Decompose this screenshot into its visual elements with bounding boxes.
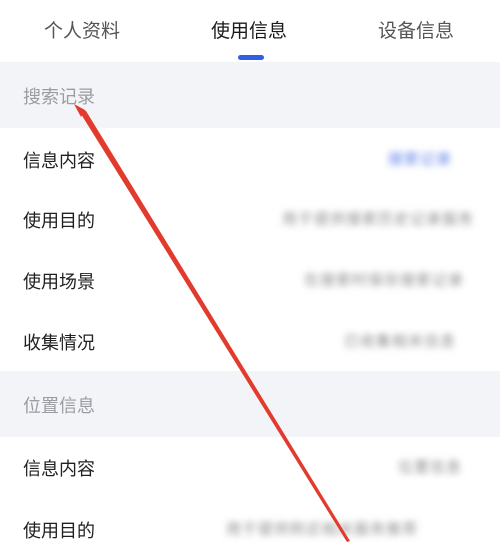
row-label: 收集情况	[23, 333, 95, 354]
tab-device-info[interactable]: 设备信息	[378, 16, 454, 43]
row-label: 信息内容	[23, 459, 95, 480]
tab-personal-info[interactable]: 个人资料	[44, 16, 120, 43]
row-value: 用于提供搜索历史记录服务	[282, 210, 475, 228]
row-value: 搜索记录	[388, 150, 453, 168]
info-row-content: 信息内容 位置信息	[0, 437, 500, 499]
info-row-scenario: 使用场景 在搜索时保存搜索记录	[0, 249, 500, 311]
section-header-search-history: 搜索记录	[0, 62, 500, 128]
info-row-purpose: 使用目的 用于提供搜索历史记录服务	[0, 187, 500, 249]
info-row-content: 信息内容 搜索记录	[0, 128, 500, 190]
row-value: 已收集相关信息	[344, 332, 457, 350]
info-row-purpose: 使用目的 用于提供附近相关服务推荐	[0, 498, 500, 542]
section-title: 搜索记录	[23, 87, 95, 108]
tab-bar: 个人资料 使用信息 设备信息	[0, 0, 500, 62]
row-label: 使用目的	[23, 211, 95, 232]
row-label: 使用场景	[23, 272, 95, 293]
row-label: 使用目的	[23, 521, 95, 542]
row-value: 在搜索时保存搜索记录	[304, 271, 465, 289]
row-value: 用于提供附近相关服务推荐	[226, 520, 419, 538]
section-header-location-info: 位置信息	[0, 371, 500, 437]
row-label: 信息内容	[23, 151, 95, 172]
row-value: 位置信息	[398, 458, 463, 476]
section-title: 位置信息	[23, 396, 95, 417]
active-tab-indicator	[238, 55, 264, 60]
info-row-collection-status: 收集情况 已收集相关信息	[0, 310, 500, 372]
tab-usage-info[interactable]: 使用信息	[211, 16, 287, 43]
